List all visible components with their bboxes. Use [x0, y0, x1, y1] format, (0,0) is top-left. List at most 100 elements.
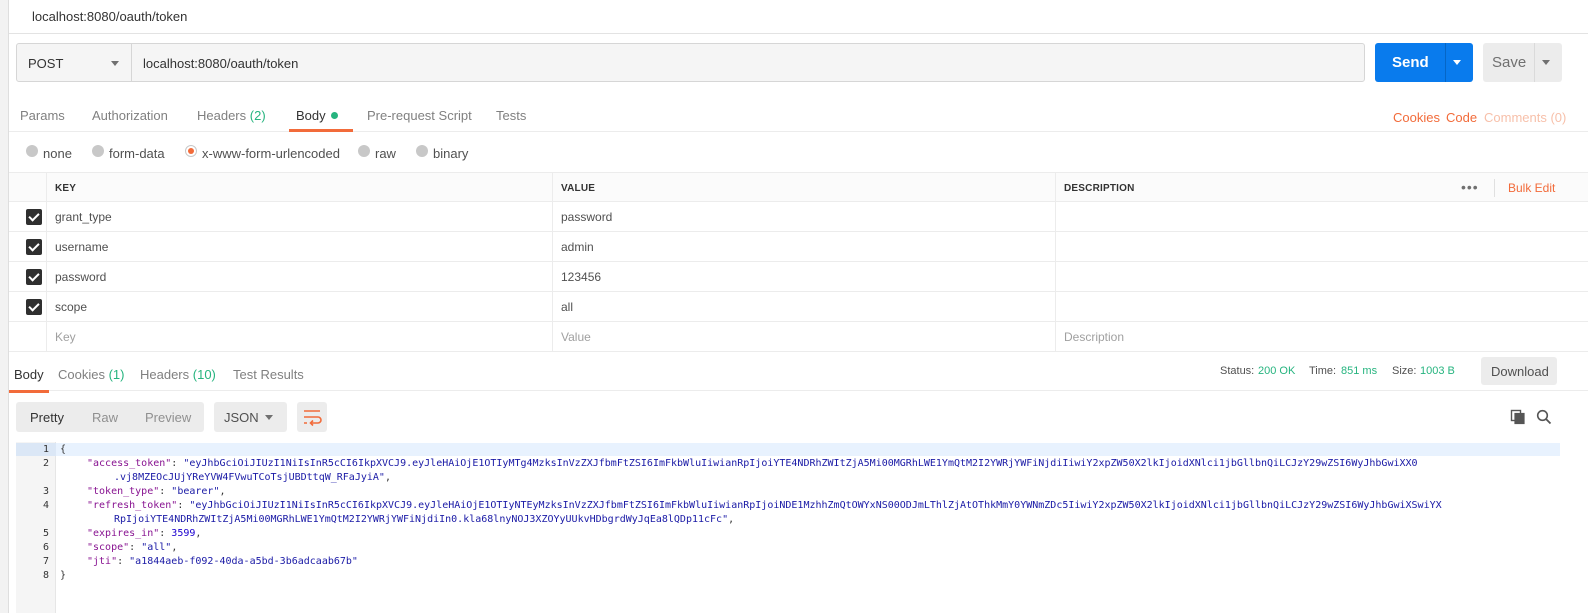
radio-raw[interactable]: raw [358, 145, 396, 161]
key-cell[interactable]: username [46, 232, 552, 262]
json-string: .vj8MZEOcJUjYReYVW4FVwuTCoTsjUBDttqW_RFa… [114, 472, 385, 483]
tab-params[interactable]: Params [20, 108, 65, 123]
radio-none[interactable]: none [26, 145, 72, 161]
response-tab-cookies-count: (1) [108, 367, 125, 382]
description-cell[interactable] [1055, 232, 1588, 262]
new-description-input[interactable]: Description [1055, 322, 1588, 352]
radio-raw-label: raw [375, 146, 396, 161]
description-cell[interactable] [1055, 202, 1588, 232]
row-checkbox[interactable] [26, 299, 42, 315]
view-pretty-button[interactable]: Pretty [30, 410, 64, 425]
tab-prerequest-script[interactable]: Pre-request Script [367, 108, 472, 123]
line-number-gutter: 1 2 3 4 5 6 7 8 [16, 442, 56, 613]
chevron-down-icon [265, 415, 273, 420]
json-string: "a1844aeb-f092-40da-a5bd-3b6adcaab67b" [129, 556, 358, 567]
copy-icon[interactable] [1510, 409, 1526, 425]
value-cell[interactable]: password [552, 202, 1055, 232]
bulk-edit-link[interactable]: Bulk Edit [1508, 181, 1555, 195]
tab-headers[interactable]: Headers (2) [197, 108, 266, 123]
send-options-chevron-icon[interactable] [1453, 60, 1461, 65]
cookies-link[interactable]: Cookies [1393, 110, 1440, 125]
line-number: 8 [42, 570, 49, 581]
radio-circle-icon [26, 145, 38, 157]
new-key-input[interactable]: Key [46, 322, 552, 352]
value-cell[interactable]: all [552, 292, 1055, 322]
key-cell[interactable]: grant_type [46, 202, 552, 232]
url-input[interactable]: localhost:8080/oauth/token [131, 43, 1365, 82]
search-icon[interactable] [1536, 409, 1552, 425]
size-value: 1003 B [1420, 365, 1455, 377]
params-table-header: KEY VALUE DESCRIPTION ••• Bulk Edit [9, 172, 1588, 203]
radio-circle-icon [358, 145, 370, 157]
row-checkbox[interactable] [26, 269, 42, 285]
download-label: Download [1491, 364, 1549, 379]
radio-form-data-label: form-data [109, 146, 165, 161]
active-line-gutter-highlight [16, 443, 56, 456]
tab-headers-count: (2) [249, 108, 266, 123]
code-link[interactable]: Code [1446, 110, 1477, 125]
time-value-text: 851 ms [1341, 365, 1378, 377]
save-button[interactable]: Save [1483, 43, 1562, 82]
key-value: username [55, 240, 109, 254]
line-number: 2 [42, 458, 49, 469]
json-string: RpIjoiYTE4NDRhZWItZjA5Mi00MGRhLWE1YmQtM2… [114, 514, 729, 525]
format-value: JSON [224, 410, 259, 425]
open-brace: { [60, 444, 67, 455]
code-line-wrapped: RpIjoiYTE4NDRhZWItZjA5Mi00MGRhLWE1YmQtM2… [114, 514, 735, 525]
description-cell[interactable] [1055, 262, 1588, 292]
tab-body-label: Body [296, 108, 326, 123]
close-brace: } [60, 570, 67, 581]
code-line: { [60, 444, 66, 455]
new-value-input[interactable]: Value [552, 322, 1055, 352]
wrap-lines-button[interactable] [297, 402, 327, 432]
value-cell[interactable]: admin [552, 232, 1055, 262]
line-number: 7 [42, 556, 49, 567]
line-number: 6 [42, 542, 49, 553]
method-select[interactable]: POST [16, 43, 132, 82]
response-tab-headers[interactable]: Headers (10) [140, 367, 216, 382]
response-tab-test-results[interactable]: Test Results [233, 367, 304, 382]
json-key: "access_token" [87, 458, 172, 469]
response-body-editor[interactable]: 1 2 3 4 5 6 7 8 { "access_token": "eyJhb… [16, 442, 1560, 613]
key-cell[interactable]: scope [46, 292, 552, 322]
tab-authorization[interactable]: Authorization [92, 108, 168, 123]
download-button[interactable]: Download [1481, 357, 1557, 385]
status-value-text: 200 OK [1258, 365, 1296, 377]
tab-headers-label: Headers [197, 108, 247, 123]
line-number: 1 [42, 444, 49, 455]
tab-tests[interactable]: Tests [496, 108, 526, 123]
view-preview-button[interactable]: Preview [145, 410, 191, 425]
value-cell[interactable]: 123456 [552, 262, 1055, 292]
json-string: "all" [141, 542, 172, 553]
view-raw-button[interactable]: Raw [92, 410, 118, 425]
more-options-icon[interactable]: ••• [1461, 179, 1479, 195]
format-select[interactable]: JSON [214, 402, 287, 432]
column-header-description-label: DESCRIPTION [1064, 183, 1135, 194]
body-modified-dot-icon [330, 112, 338, 119]
column-header-value-label: VALUE [561, 183, 596, 194]
radio-urlencoded[interactable]: x-www-form-urlencoded [185, 145, 340, 161]
key-cell[interactable]: password [46, 262, 552, 292]
response-tab-headers-count: (10) [192, 367, 216, 382]
code-line: "expires_in": 3599, [87, 528, 202, 539]
tab-body[interactable]: Body [296, 108, 338, 123]
row-checkbox[interactable] [26, 209, 42, 225]
radio-binary[interactable]: binary [416, 145, 469, 161]
response-view-bar: Pretty Raw Preview JSON [16, 402, 1588, 432]
description-cell[interactable] [1055, 292, 1588, 322]
value-value: admin [561, 240, 594, 254]
code-line: "token_type": "bearer", [87, 486, 226, 497]
json-number: 3599 [171, 528, 196, 539]
comments-link[interactable]: Comments (0) [1484, 110, 1566, 125]
radio-binary-label: binary [433, 146, 469, 161]
json-key: "scope" [87, 542, 130, 553]
save-options-chevron-icon[interactable] [1542, 60, 1550, 65]
row-checkbox[interactable] [26, 239, 42, 255]
radio-form-data[interactable]: form-data [92, 145, 165, 161]
send-button[interactable]: Send [1375, 43, 1473, 82]
request-tab-title[interactable]: localhost:8080/oauth/token [32, 9, 187, 24]
response-tab-cookies[interactable]: Cookies (1) [58, 367, 124, 382]
response-tab-body[interactable]: Body [14, 367, 44, 382]
value-placeholder: Value [561, 330, 591, 344]
json-key: "token_type" [87, 486, 160, 497]
